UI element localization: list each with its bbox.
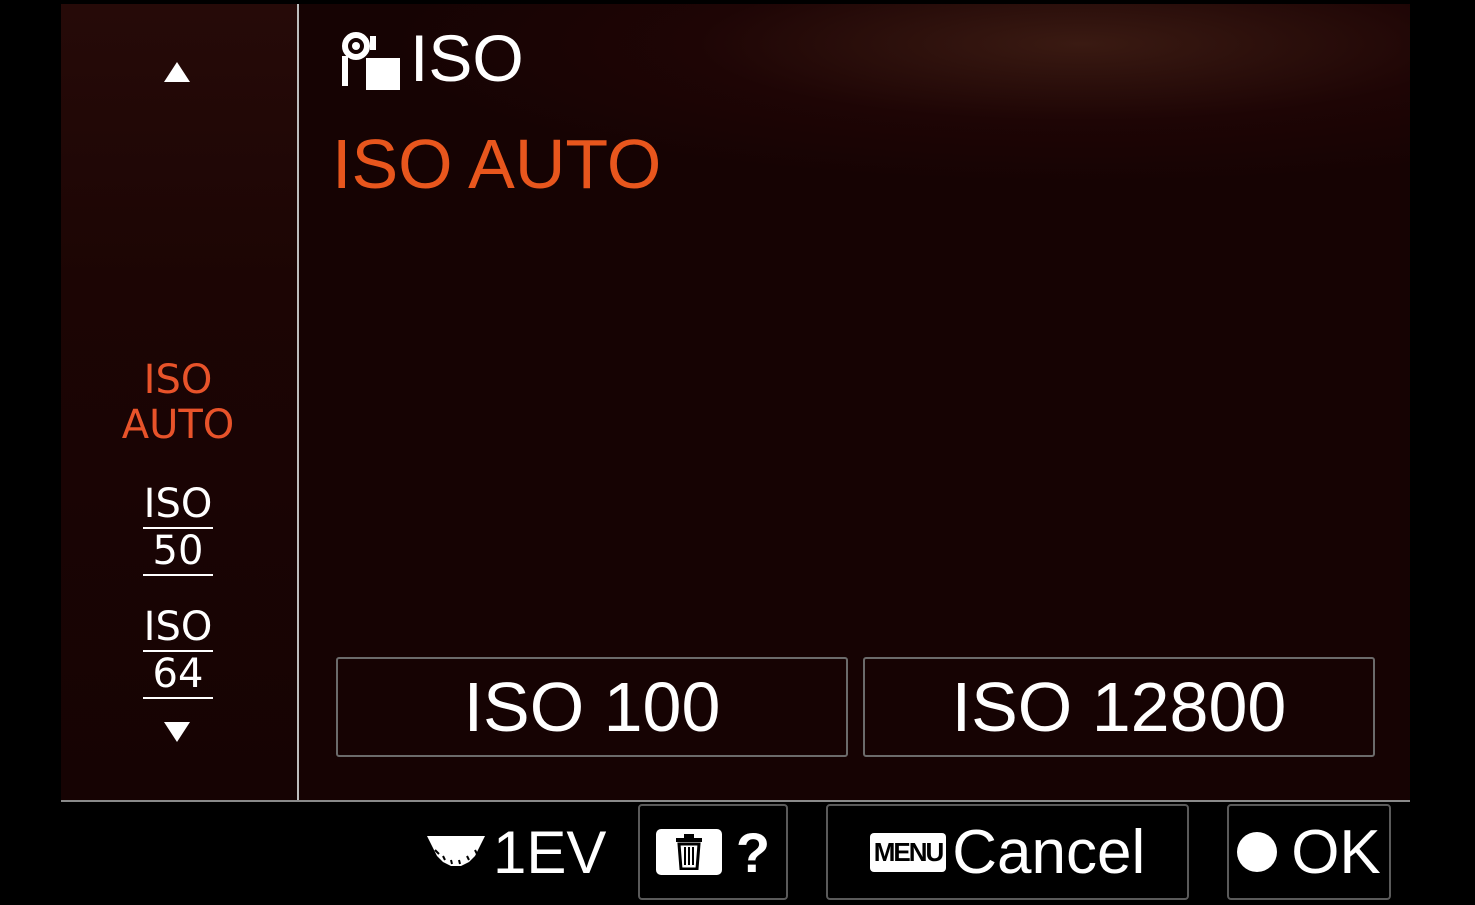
list-item-line1: ISO — [143, 357, 213, 403]
trash-icon — [655, 829, 722, 875]
cancel-button[interactable]: MENU Cancel — [826, 804, 1189, 900]
triangle-up-icon[interactable] — [164, 62, 190, 82]
list-item-line1: ISO — [143, 604, 213, 650]
list-item-iso-50[interactable]: ISO 50 — [116, 482, 240, 576]
current-setting-value: ISO AUTO — [332, 125, 662, 203]
list-item-line1: ISO — [143, 481, 213, 527]
list-item-iso-64[interactable]: ISO 64 — [116, 605, 240, 699]
camera-photo-settings-icon — [342, 32, 400, 90]
page-title: ISO — [410, 21, 524, 95]
list-item-line2: 64 — [142, 650, 214, 699]
ok-button[interactable]: OK — [1227, 804, 1391, 900]
help-button[interactable]: ? — [638, 804, 788, 900]
iso-auto-max-button[interactable]: ISO 12800 — [863, 657, 1375, 757]
triangle-down-icon[interactable] — [164, 722, 190, 742]
center-button-icon — [1237, 832, 1278, 872]
help-label: ? — [735, 820, 771, 884]
menu-badge: MENU — [869, 832, 947, 872]
iso-auto-min-button[interactable]: ISO 100 — [336, 657, 848, 757]
ok-label: OK — [1291, 817, 1381, 887]
cancel-label: Cancel — [952, 817, 1146, 887]
step-indicator: 1EV — [425, 812, 606, 892]
horizontal-divider — [61, 800, 1410, 802]
list-item-line2: 50 — [142, 527, 214, 576]
control-dial-icon — [427, 836, 485, 866]
list-item-iso-auto[interactable]: ISO AUTO — [116, 358, 240, 448]
vertical-divider — [297, 4, 299, 800]
step-label: 1EV — [493, 818, 607, 886]
list-item-line2: AUTO — [121, 402, 235, 448]
